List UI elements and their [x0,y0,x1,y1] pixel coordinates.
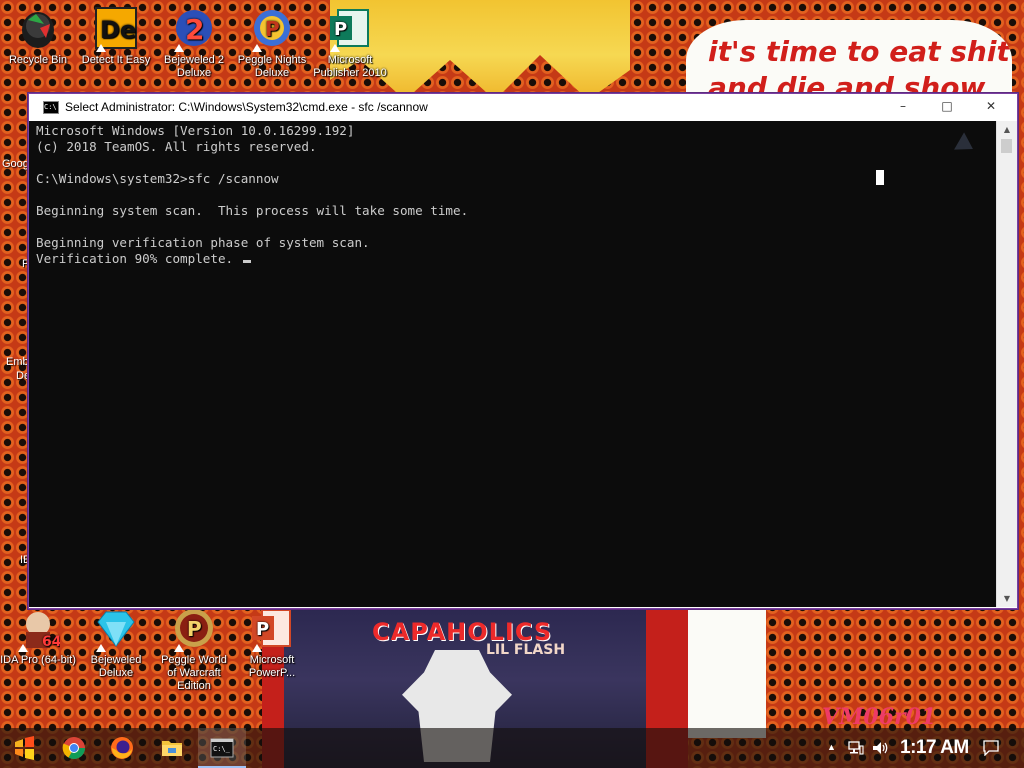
svg-text:De: De [100,16,136,44]
wallpaper-watermark: VM06r01 [822,704,937,730]
shortcut-arrow-icon [174,44,184,52]
block-cursor [876,170,884,185]
desktop-icon-label: Detect It Easy [81,54,151,66]
shortcut-arrow-icon [330,44,340,52]
desktop-icon-label: Bejeweled Deluxe [90,654,142,679]
desktop-icon-label: Peggle World of Warcraft Edition [161,654,227,692]
taskbar: C:\_ ▲ 1:17 AM [0,728,1024,768]
network-icon [848,741,864,755]
desktop-icon-peggle-nights[interactable]: P Peggle Nights Deluxe [234,6,310,80]
desktop-icon-publisher[interactable]: P Microsoft Publisher 2010 [312,6,388,80]
cmd-taskbar-button[interactable]: C:\_ [198,728,246,768]
folder-icon [162,741,182,756]
cmd-titlebar[interactable]: C:\ Select Administrator: C:\Windows\Sys… [29,94,1017,121]
chevron-up-icon: ▲ [827,742,836,752]
maximize-button[interactable]: □ [925,95,969,119]
scroll-thumb[interactable] [1001,139,1012,153]
desktop-icon-powerpoint[interactable]: P Microsoft PowerP... [234,606,310,680]
desktop-icon-bejeweled[interactable]: Bejeweled Deluxe [78,606,154,680]
chrome-icon [62,737,85,759]
svg-text:P: P [265,17,280,41]
scroll-down-arrow-icon[interactable]: ▼ [997,590,1017,607]
shortcut-arrow-icon [174,644,184,652]
console-line-progress: Verification 90% complete. [36,251,234,266]
shortcut-arrow-icon [96,644,106,652]
console-line: Beginning system scan. This process will… [36,203,469,218]
start-button[interactable] [0,728,48,768]
console-output[interactable]: Microsoft Windows [Version 10.0.16299.19… [29,121,996,607]
desktop-icon-label: Microsoft PowerP... [248,654,296,679]
svg-text:C:\_: C:\_ [213,745,231,753]
firefox-taskbar-button[interactable] [98,728,146,768]
chrome-taskbar-button[interactable] [50,728,98,768]
recycle-bin-icon [16,6,60,50]
minimize-button[interactable]: – [881,95,925,119]
shortcut-arrow-icon [96,44,106,52]
ida-pro-icon: 64 [16,606,62,652]
left-edge-label[interactable]: Emb [6,356,29,368]
desktop-icon-bejeweled-2[interactable]: 2 Bejeweled 2 Deluxe [156,6,232,80]
vertical-scrollbar[interactable]: ▲ ▼ [996,121,1017,607]
desktop-icon-label: Microsoft Publisher 2010 [313,54,387,79]
action-center-icon [983,740,999,756]
volume-button[interactable] [870,728,892,768]
peggle-wow-icon: P [172,606,216,652]
die-icon: De [94,6,138,52]
console-line: Beginning verification phase of system s… [36,235,370,250]
album-subtitle: LIL FLASH [486,642,566,658]
shortcut-arrow-icon [252,44,262,52]
svg-text:P: P [334,19,347,40]
console-line: Microsoft Windows [Version 10.0.16299.19… [36,123,355,138]
cmd-icon: C:\_ [210,738,234,758]
firefox-icon [111,737,133,759]
bejeweled-icon [94,606,138,652]
action-center-button[interactable] [976,728,1006,768]
bejeweled2-icon: 2 [172,6,216,52]
svg-text:P: P [256,619,269,640]
left-edge-label[interactable]: Goog [2,158,29,170]
desktop-icon-label: Bejeweled 2 Deluxe [164,54,224,79]
cmd-window[interactable]: C:\ Select Administrator: C:\Windows\Sys… [28,93,1018,609]
desktop-icon-recycle-bin[interactable]: Recycle Bin [0,6,76,67]
desktop-icon-detect-it-easy[interactable]: De Detect It Easy [78,6,154,67]
svg-text:2: 2 [185,13,204,46]
shortcut-arrow-icon [18,644,28,652]
window-title: Select Administrator: C:\Windows\System3… [65,100,428,114]
publisher-icon: P [328,6,372,52]
desktop-icon-ida-pro[interactable]: 64 IDA Pro (64-bit) [0,606,76,667]
scroll-up-arrow-icon[interactable]: ▲ [997,121,1017,138]
svg-text:P: P [187,617,202,641]
desktop-icon-peggle-wow[interactable]: P Peggle World of Warcraft Edition [156,606,232,693]
close-button[interactable]: ✕ [969,95,1013,119]
cmd-icon[interactable]: C:\ [43,101,59,114]
desktop-icon-label: Peggle Nights Deluxe [237,54,307,79]
tray-overflow-button[interactable]: ▲ [822,728,842,768]
console-line: C:\Windows\system32>sfc /scannow [36,171,279,186]
svg-text:64: 64 [42,634,60,650]
desktop-icon-label: IDA Pro (64-bit) [0,654,76,666]
peggle-nights-icon: P [250,6,294,52]
powerpoint-icon: P [250,606,294,652]
shortcut-arrow-icon [252,644,262,652]
text-caret [243,260,251,263]
wallpaper-white-panel [688,608,766,738]
start-icon [15,736,34,760]
explorer-taskbar-button[interactable] [148,728,196,768]
taskbar-clock[interactable]: 1:17 AM [900,737,969,759]
desktop-icon-label: Recycle Bin [8,54,68,66]
volume-icon [873,742,888,754]
network-button[interactable] [846,728,866,768]
console-line: (c) 2018 TeamOS. All rights reserved. [36,139,317,154]
